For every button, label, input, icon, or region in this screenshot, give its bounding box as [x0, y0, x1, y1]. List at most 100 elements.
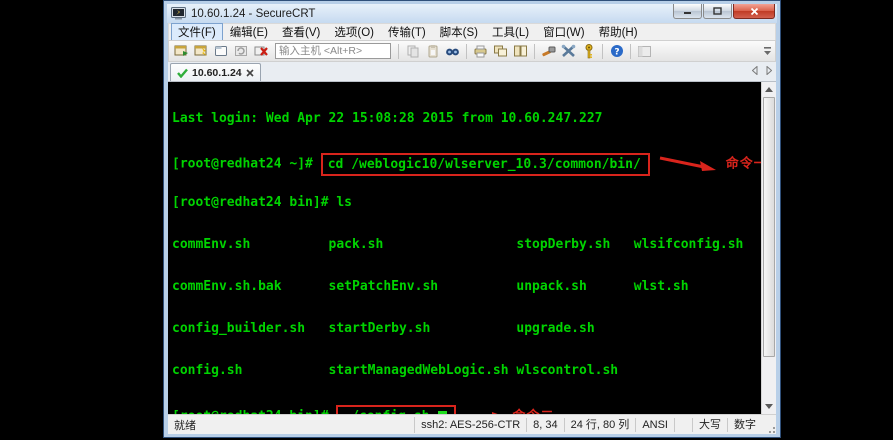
- quick-connect-icon: [194, 44, 209, 58]
- maximize-icon: [713, 7, 722, 15]
- scroll-up-icon: [765, 87, 773, 92]
- shell-prompt: [root@redhat24 bin]#: [172, 409, 336, 414]
- menu-edit[interactable]: 编辑(E): [223, 23, 275, 41]
- scrollbar-track[interactable]: [762, 97, 776, 399]
- toolbar-separator: [602, 44, 603, 59]
- annotation-arrow-1: [658, 154, 722, 174]
- close-button[interactable]: [733, 4, 775, 19]
- scroll-down-icon: [765, 404, 773, 409]
- terminal-area: Last login: Wed Apr 22 15:08:28 2015 fro…: [168, 82, 776, 414]
- menu-help[interactable]: 帮助(H): [592, 23, 645, 41]
- shell-prompt: [root@redhat24 ~]#: [172, 157, 321, 172]
- print-icon: [473, 44, 488, 58]
- annotation-label-1: 命令一: [726, 157, 761, 172]
- resize-grip[interactable]: [762, 415, 776, 434]
- tile-sessions-button[interactable]: [511, 42, 530, 60]
- menu-tools[interactable]: 工具(L): [485, 23, 536, 41]
- toolbar-separator: [466, 44, 467, 59]
- status-caps-lock: 大写: [693, 418, 728, 432]
- copy-button[interactable]: [403, 42, 422, 60]
- session-options-icon: [541, 44, 556, 58]
- session-tab[interactable]: 10.60.1.24: [170, 63, 261, 81]
- menubar: 文件(F) 编辑(E) 查看(V) 选项(O) 传输(T) 脚本(S) 工具(L…: [168, 23, 776, 40]
- connected-check-icon: [177, 68, 188, 78]
- connect-in-tab-button[interactable]: [212, 42, 231, 60]
- keygen-button[interactable]: [579, 42, 598, 60]
- titlebar[interactable]: 10.60.1.24 - SecureCRT: [167, 4, 777, 23]
- menu-window[interactable]: 窗口(W): [536, 23, 592, 41]
- paste-icon: [426, 44, 440, 58]
- print-button[interactable]: [471, 42, 490, 60]
- statusbar: 就绪 ssh2: AES-256-CTR 8, 34 24 行, 80 列 AN…: [168, 414, 776, 434]
- terminal-ls-row: commEnv.sh pack.sh stopDerby.sh wlsifcon…: [172, 238, 761, 252]
- terminal-line: [root@redhat24 bin]# ls: [172, 196, 761, 210]
- reconnect-button[interactable]: [232, 42, 251, 60]
- cascade-sessions-button[interactable]: [491, 42, 510, 60]
- connect-button[interactable]: [172, 42, 191, 60]
- connect-in-tab-icon: [214, 44, 229, 58]
- menu-options[interactable]: 选项(O): [327, 23, 381, 41]
- menu-transfer[interactable]: 传输(T): [381, 23, 433, 41]
- maximize-button[interactable]: [703, 4, 732, 19]
- command-1-text: cd /weblogic10/wlserver_10.3/common/bin/: [328, 157, 641, 172]
- annotation-arrow-2: [464, 411, 508, 415]
- terminal-line-command-1: [root@redhat24 ~]# cd /weblogic10/wlserv…: [172, 154, 761, 168]
- terminal-ls-row: config.sh startManagedWebLogic.sh wlscon…: [172, 364, 761, 378]
- cascade-sessions-icon: [493, 44, 508, 58]
- resize-grip-icon: [766, 424, 776, 434]
- host-input[interactable]: [275, 43, 391, 59]
- status-ready: 就绪: [168, 417, 415, 433]
- app-icon: [171, 7, 186, 20]
- terminal[interactable]: Last login: Wed Apr 22 15:08:28 2015 fro…: [168, 82, 761, 414]
- terminal-ls-row: config_builder.sh startDerby.sh upgrade.…: [172, 322, 761, 336]
- find-icon: [445, 45, 460, 58]
- tile-sessions-icon: [513, 44, 528, 58]
- tab-scroll-left-icon[interactable]: [752, 66, 758, 75]
- menu-file[interactable]: 文件(F): [171, 23, 223, 41]
- connect-icon: [174, 44, 189, 58]
- disconnect-button[interactable]: [252, 42, 271, 60]
- terminal-line: Last login: Wed Apr 22 15:08:28 2015 fro…: [172, 112, 761, 126]
- status-emulation: ANSI: [636, 418, 675, 432]
- global-options-button[interactable]: [559, 42, 578, 60]
- minimize-button[interactable]: [673, 4, 702, 19]
- toolbar-separator: [630, 44, 631, 59]
- chevron-down-icon: [764, 47, 771, 56]
- terminal-ls-row: commEnv.sh.bak setPatchEnv.sh unpack.sh …: [172, 280, 761, 294]
- reconnect-icon: [234, 44, 249, 58]
- disconnect-icon: [254, 44, 269, 58]
- annotation-label-2: 命令二: [512, 409, 554, 414]
- terminal-scrollbar[interactable]: [761, 82, 776, 414]
- tab-close-icon[interactable]: [246, 69, 254, 77]
- menu-script[interactable]: 脚本(S): [433, 23, 485, 41]
- global-options-icon: [561, 44, 576, 58]
- tab-scroll-right-icon[interactable]: [766, 66, 772, 75]
- scrollbar-up-button[interactable]: [762, 82, 776, 97]
- minimize-icon: [683, 8, 692, 15]
- paste-button[interactable]: [423, 42, 442, 60]
- svg-text:?: ?: [614, 48, 619, 58]
- session-options-button[interactable]: [539, 42, 558, 60]
- quick-connect-button[interactable]: [192, 42, 211, 60]
- status-terminal-size: 24 行, 80 列: [565, 418, 637, 432]
- status-cipher: ssh2: AES-256-CTR: [415, 418, 527, 432]
- status-empty-cell: [675, 418, 693, 432]
- help-button[interactable]: ?: [607, 42, 626, 60]
- annotation-box-command-1: cd /weblogic10/wlserver_10.3/common/bin/: [321, 153, 650, 176]
- tabbar: 10.60.1.24: [168, 62, 776, 82]
- scrollbar-down-button[interactable]: [762, 399, 776, 414]
- status-cursor-position: 8, 34: [527, 418, 564, 432]
- annotation-box-command-2: ./config.sh: [336, 405, 456, 414]
- toolbar-separator: [398, 44, 399, 59]
- toolbar-overflow-button[interactable]: [762, 47, 772, 56]
- close-icon: [750, 7, 759, 16]
- session-manager-button[interactable]: [635, 42, 654, 60]
- find-button[interactable]: [443, 42, 462, 60]
- menu-view[interactable]: 查看(V): [275, 23, 327, 41]
- securecrt-window: 10.60.1.24 - SecureCRT 文件(F) 编辑(E) 查看(V)…: [163, 0, 781, 438]
- window-title: 10.60.1.24 - SecureCRT: [191, 8, 315, 20]
- status-num-lock: 数字: [728, 418, 762, 432]
- help-icon: ?: [610, 44, 624, 58]
- copy-icon: [406, 44, 420, 58]
- scrollbar-thumb[interactable]: [763, 97, 775, 357]
